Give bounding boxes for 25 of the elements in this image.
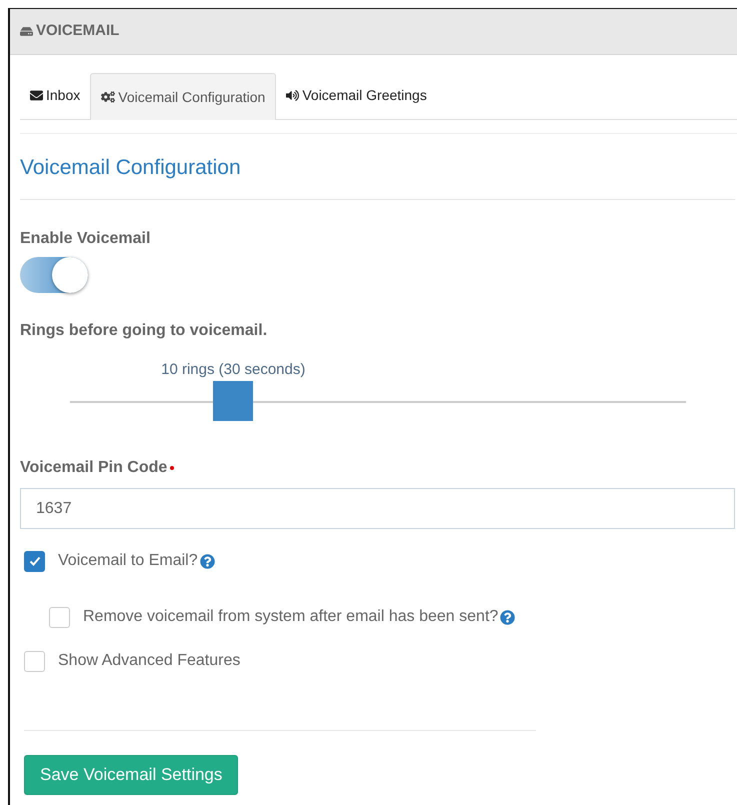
slider-thumb[interactable] [213, 381, 254, 421]
checkmark-icon [28, 556, 40, 566]
toggle-switch[interactable] [20, 257, 88, 293]
tab[interactable]: Voicemail Configuration [90, 73, 276, 120]
checkbox[interactable] [24, 550, 45, 572]
field-label: Voicemail Pin Code [20, 458, 168, 478]
panel-title: VOICEMAIL [36, 21, 120, 42]
option-label: Remove voicemail from system after email has been sent? [83, 607, 498, 627]
inbox-tray-icon [20, 25, 33, 38]
speaker-icon [286, 89, 300, 102]
tab[interactable]: Inbox [20, 72, 90, 119]
pin-code-field[interactable]: 1637 [20, 488, 735, 529]
tab[interactable]: Voicemail Greetings [276, 72, 437, 119]
help-icon[interactable] [200, 554, 215, 568]
gears-icon [101, 90, 116, 104]
option-label: Show Advanced Features [58, 651, 240, 671]
section-heading: Voicemail Configuration [20, 155, 242, 181]
envelope-icon [30, 89, 43, 102]
help-icon[interactable] [500, 610, 516, 624]
slider-reading: 10 rings (30 seconds) [161, 360, 306, 380]
option-label: Voicemail to Email? [58, 551, 198, 571]
field-label: Enable Voicemail [20, 229, 152, 249]
checkbox[interactable] [24, 650, 45, 672]
field-label: Rings before going to voicemail. [20, 321, 268, 341]
checkbox[interactable] [49, 606, 70, 628]
